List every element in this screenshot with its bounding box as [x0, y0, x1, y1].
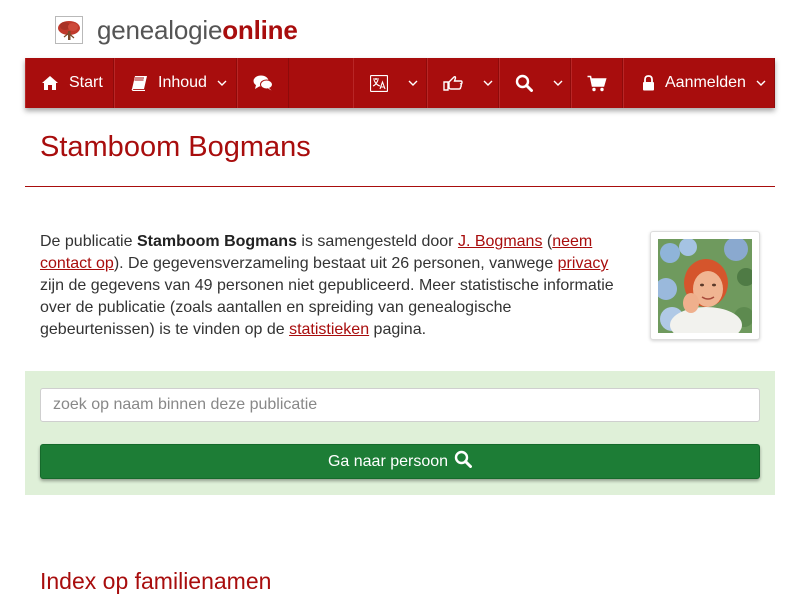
intro-text-4: ). De gegevensverzameling bestaat uit 26…	[113, 255, 558, 272]
nav-cart[interactable]	[571, 58, 623, 108]
nav-start[interactable]: Start	[25, 58, 114, 108]
title-divider	[25, 186, 775, 187]
privacy-link[interactable]: privacy	[558, 255, 609, 272]
thumbs-up-icon	[443, 75, 463, 91]
brand-part-2: online	[222, 15, 298, 45]
brand-name: genealogieonline	[97, 15, 298, 45]
main-navbar: Start Inhoud Aanmelden	[25, 58, 775, 108]
intro-text-6: pagina.	[369, 321, 427, 338]
go-to-person-label: Ga naar persoon	[327, 452, 449, 470]
comments-icon	[253, 75, 273, 91]
search-icon	[454, 450, 473, 473]
nav-aanmelden[interactable]: Aanmelden	[623, 58, 775, 108]
nav-share[interactable]	[427, 58, 499, 108]
chevron-down-icon	[756, 79, 766, 87]
book-icon	[131, 75, 148, 91]
nav-aanmelden-label: Aanmelden	[665, 74, 746, 91]
nav-inhoud-label: Inhoud	[158, 74, 207, 91]
site-brand[interactable]: genealogieonline	[55, 14, 298, 46]
author-photo-image	[658, 239, 752, 333]
chevron-down-icon	[553, 79, 563, 87]
surname-index-heading: Index op familienamen	[40, 568, 272, 594]
chevron-down-icon	[217, 79, 227, 87]
cart-icon	[587, 75, 607, 92]
translate-icon	[370, 74, 388, 92]
tree-logo-icon	[55, 16, 83, 44]
publication-name: Stamboom Bogmans	[136, 233, 297, 250]
brand-part-1: genealogie	[97, 15, 223, 45]
go-to-person-button[interactable]: Ga naar persoon	[40, 444, 760, 479]
nav-inhoud[interactable]: Inhoud	[114, 58, 237, 108]
person-search-input[interactable]	[40, 388, 760, 422]
statistics-link[interactable]: statistieken	[289, 321, 369, 338]
publication-intro: De publicatie Stamboom Bogmans is sameng…	[40, 231, 625, 341]
nav-start-label: Start	[69, 74, 103, 91]
intro-text-3: (	[542, 233, 553, 250]
person-search-panel: Ga naar persoon	[25, 371, 775, 495]
nav-language[interactable]	[353, 58, 427, 108]
nav-comments[interactable]	[237, 58, 289, 108]
chevron-down-icon	[408, 79, 418, 87]
nav-search[interactable]	[499, 58, 571, 108]
intro-text-2: is samengesteld door	[296, 233, 458, 250]
chevron-down-icon	[483, 79, 493, 87]
lock-icon	[642, 75, 655, 91]
page-title: Stamboom Bogmans	[40, 131, 311, 163]
intro-text-1: De publicatie	[40, 233, 137, 250]
author-photo[interactable]	[650, 231, 760, 340]
author-link[interactable]: J. Bogmans	[458, 233, 542, 250]
home-icon	[41, 75, 59, 91]
search-icon	[515, 74, 533, 92]
